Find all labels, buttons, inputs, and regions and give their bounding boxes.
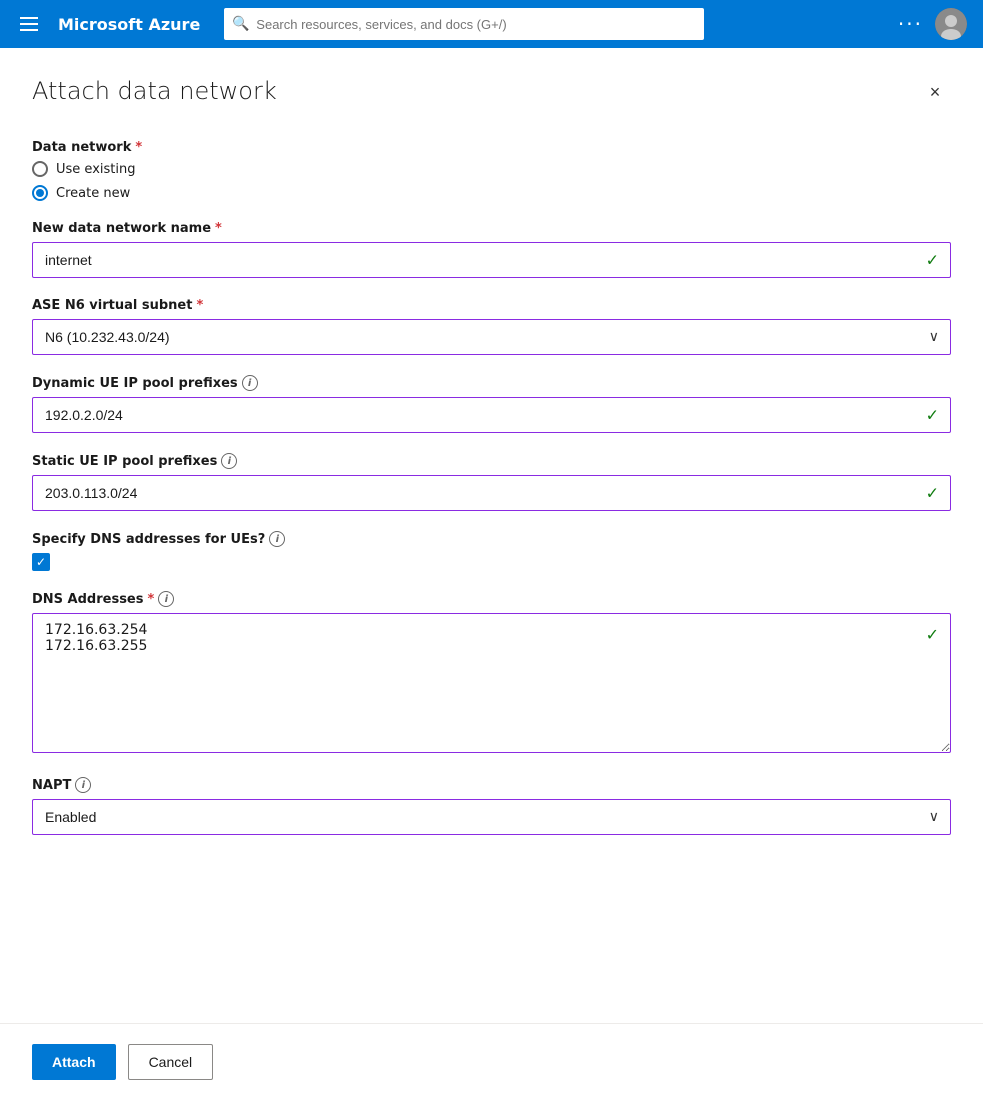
dns-addresses-info-icon[interactable]: i [158, 591, 174, 607]
navbar-right: ··· [898, 8, 967, 40]
napt-select[interactable]: Enabled Disabled [32, 799, 951, 835]
avatar-icon [935, 8, 967, 40]
new-data-network-name-section: New data network name * ✓ [32, 221, 951, 278]
required-star-name: * [215, 221, 222, 236]
global-search: 🔍 [224, 8, 704, 40]
user-avatar[interactable] [935, 8, 967, 40]
radio-create-new[interactable]: Create new [32, 185, 951, 201]
dynamic-ue-info-icon[interactable]: i [242, 375, 258, 391]
required-star-ase: * [196, 298, 203, 313]
navbar: Microsoft Azure 🔍 ··· [0, 0, 983, 48]
radio-create-new-label: Create new [56, 186, 130, 201]
ase-n6-section: ASE N6 virtual subnet * N6 (10.232.43.0/… [32, 298, 951, 355]
radio-group: Use existing Create new [32, 161, 951, 201]
napt-section: NAPT i Enabled Disabled ∨ [32, 777, 951, 835]
specify-dns-label: Specify DNS addresses for UEs? i [32, 531, 951, 547]
dynamic-ue-input[interactable] [32, 397, 951, 433]
dynamic-ue-valid-icon: ✓ [926, 406, 939, 425]
dialog-title: Attach data network [32, 76, 277, 107]
name-valid-icon: ✓ [926, 251, 939, 270]
radio-use-existing-button[interactable] [32, 161, 48, 177]
main-content: Attach data network × Data network * Use… [0, 48, 983, 1100]
data-network-section: Data network * Use existing Create new [32, 140, 951, 201]
new-data-network-name-wrapper: ✓ [32, 242, 951, 278]
static-ue-info-icon[interactable]: i [221, 453, 237, 469]
radio-create-new-button[interactable] [32, 185, 48, 201]
data-network-label: Data network * [32, 140, 951, 155]
ase-n6-select[interactable]: N6 (10.232.43.0/24) [32, 319, 951, 355]
new-data-network-name-label: New data network name * [32, 221, 951, 236]
search-icon: 🔍 [232, 16, 249, 32]
static-ue-valid-icon: ✓ [926, 484, 939, 503]
ase-n6-label: ASE N6 virtual subnet * [32, 298, 951, 313]
dynamic-ue-wrapper: ✓ [32, 397, 951, 433]
dynamic-ue-section: Dynamic UE IP pool prefixes i ✓ [32, 375, 951, 433]
napt-label: NAPT i [32, 777, 951, 793]
napt-select-wrapper: Enabled Disabled ∨ [32, 799, 951, 835]
required-star: * [135, 140, 142, 155]
specify-dns-checkbox[interactable]: ✓ [32, 553, 951, 571]
cancel-button[interactable]: Cancel [128, 1044, 214, 1080]
new-data-network-name-input[interactable] [32, 242, 951, 278]
radio-use-existing-label: Use existing [56, 162, 135, 177]
more-options-button[interactable]: ··· [898, 12, 923, 36]
search-input[interactable] [224, 8, 704, 40]
radio-use-existing[interactable]: Use existing [32, 161, 951, 177]
static-ue-label: Static UE IP pool prefixes i [32, 453, 951, 469]
required-star-dns: * [148, 592, 155, 607]
dns-addresses-label: DNS Addresses * i [32, 591, 951, 607]
dynamic-ue-label: Dynamic UE IP pool prefixes i [32, 375, 951, 391]
static-ue-wrapper: ✓ [32, 475, 951, 511]
specify-dns-info-icon[interactable]: i [269, 531, 285, 547]
specify-dns-section: Specify DNS addresses for UEs? i ✓ [32, 531, 951, 571]
dns-addresses-section: DNS Addresses * i 172.16.63.254 172.16.6… [32, 591, 951, 757]
dns-addresses-textarea[interactable]: 172.16.63.254 172.16.63.255 [32, 613, 951, 753]
dns-addresses-valid-icon: ✓ [926, 625, 939, 644]
checkbox-box[interactable]: ✓ [32, 553, 50, 571]
ase-n6-select-wrapper: N6 (10.232.43.0/24) ∨ [32, 319, 951, 355]
dns-addresses-wrapper: 172.16.63.254 172.16.63.255 ✓ [32, 613, 951, 757]
hamburger-menu[interactable] [16, 13, 42, 35]
dialog-header: Attach data network × [32, 76, 951, 108]
static-ue-input[interactable] [32, 475, 951, 511]
napt-info-icon[interactable]: i [75, 777, 91, 793]
checkbox-check-icon: ✓ [36, 556, 46, 568]
close-button[interactable]: × [919, 76, 951, 108]
dialog-panel: Attach data network × Data network * Use… [0, 48, 983, 1100]
attach-button[interactable]: Attach [32, 1044, 116, 1080]
dialog-footer: Attach Cancel [0, 1023, 983, 1100]
static-ue-section: Static UE IP pool prefixes i ✓ [32, 453, 951, 511]
brand-name: Microsoft Azure [58, 15, 200, 34]
